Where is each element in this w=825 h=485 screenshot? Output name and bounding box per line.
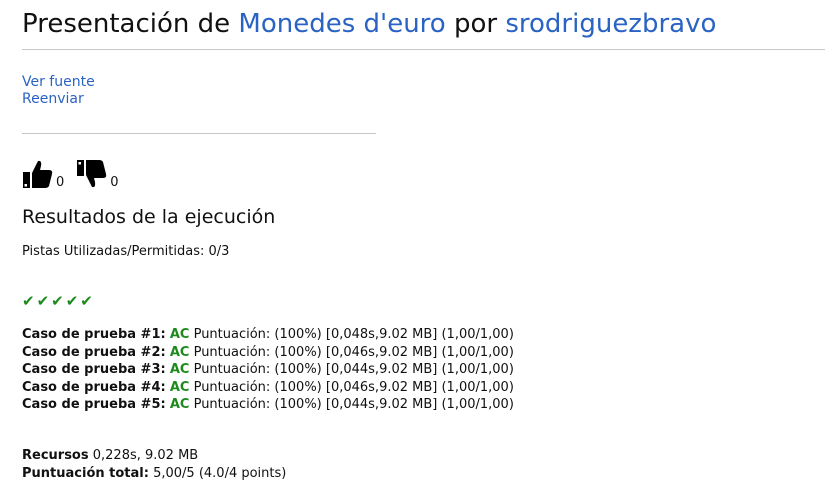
thumbs-up-icon[interactable] <box>22 158 54 190</box>
case-details: Puntuación: (100%) [0,046s,9.02 MB] (1,0… <box>193 379 514 395</box>
test-case-list: Caso de prueba #1: AC Puntuación: (100%)… <box>22 326 514 414</box>
downvote-count: 0 <box>110 175 119 190</box>
resubmit-link[interactable]: Reenviar <box>22 91 95 108</box>
total-score-label: Puntuación total: <box>22 465 149 481</box>
view-source-link[interactable]: Ver fuente <box>22 74 95 91</box>
upvote-count: 0 <box>56 175 65 190</box>
page-title: Presentación de Monedes d'euro por srodr… <box>22 6 716 42</box>
case-details: Puntuación: (100%) [0,044s,9.02 MB] (1,0… <box>193 362 514 377</box>
case-details: Puntuación: (100%) [0,046s,9.02 MB] (1,0… <box>193 344 514 360</box>
resources-value: 0,228s, 9.02 MB <box>92 448 199 463</box>
title-divider <box>22 49 825 50</box>
thumbs-down-icon[interactable] <box>76 158 108 190</box>
test-case-row: Caso de prueba #2: AC Puntuación: (100%)… <box>22 344 514 362</box>
test-case-row: Caso de prueba #1: AC Puntuación: (100%)… <box>22 326 514 344</box>
case-label: Caso de prueba #5: <box>22 397 166 412</box>
case-label: Caso de prueba #3: <box>22 362 166 377</box>
vote-bar: 0 0 <box>22 156 131 190</box>
total-score-value: 5,00/5 (4.0/4 points) <box>153 465 287 481</box>
actions-divider <box>22 133 376 134</box>
case-label: Caso de prueba #2: <box>22 344 166 360</box>
case-label: Caso de prueba #1: <box>22 327 166 342</box>
case-verdict: AC <box>169 397 190 412</box>
resources-label: Recursos <box>22 448 89 463</box>
case-verdict: AC <box>169 379 190 395</box>
total-score-line: Puntuación total: 5,00/5 (4.0/4 points) <box>22 465 286 483</box>
title-joiner: por <box>453 9 498 39</box>
test-checkmarks: ✔✔✔✔✔ <box>22 292 95 310</box>
case-verdict: AC <box>169 344 190 360</box>
test-case-row: Caso de prueba #3: AC Puntuación: (100%)… <box>22 361 514 379</box>
results-heading: Resultados de la ejecución <box>22 206 276 228</box>
case-details: Puntuación: (100%) [0,044s,9.02 MB] (1,0… <box>193 397 514 412</box>
case-label: Caso de prueba #4: <box>22 379 166 395</box>
case-verdict: AC <box>169 327 190 342</box>
test-case-row: Caso de prueba #5: AC Puntuación: (100%)… <box>22 396 514 414</box>
submission-actions: Ver fuente Reenviar <box>22 74 95 108</box>
user-link[interactable]: srodriguezbravo <box>505 9 716 39</box>
resources-line: Recursos 0,228s, 9.02 MB <box>22 447 286 465</box>
case-verdict: AC <box>169 362 190 377</box>
problem-link[interactable]: Monedes d'euro <box>238 9 445 39</box>
title-prefix: Presentación de <box>22 9 231 39</box>
hints-used: Pistas Utilizadas/Permitidas: 0/3 <box>22 244 230 259</box>
case-details: Puntuación: (100%) [0,048s,9.02 MB] (1,0… <box>193 327 514 342</box>
submission-summary: Recursos 0,228s, 9.02 MB Puntuación tota… <box>22 447 286 482</box>
test-case-row: Caso de prueba #4: AC Puntuación: (100%)… <box>22 379 514 397</box>
